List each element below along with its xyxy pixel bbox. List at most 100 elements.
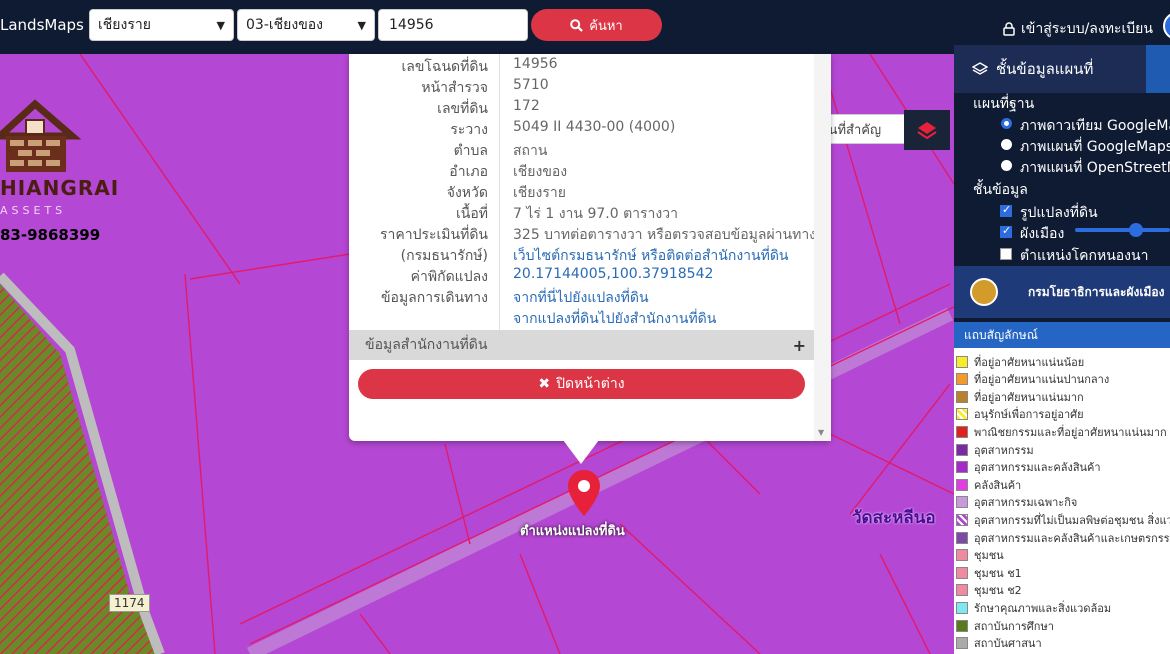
search-button[interactable]: ค้นหา (531, 9, 662, 41)
radio-google-maps[interactable] (1001, 139, 1012, 150)
temple-label: วัดสะหลีนอ (852, 508, 936, 528)
popup-pointer (563, 440, 599, 464)
data-layer-title: ชั้นข้อมูล (973, 182, 1028, 198)
info-value: 172 (513, 98, 540, 114)
close-popup-button[interactable]: ✖ ปิดหน้าต่าง (358, 369, 805, 399)
info-label: เลขที่ดิน (437, 101, 488, 117)
legend-swatch (956, 408, 968, 421)
info-row: เลขโฉนดที่ดิน 14956 (349, 56, 814, 77)
info-label: เนื้อที่ (456, 206, 488, 222)
slider-handle[interactable] (1129, 223, 1143, 237)
layer-panel-title: ชั้นข้อมูลแผนที่ (996, 60, 1094, 78)
legend-label: ที่อยู่อาศัยหนาแน่นปานกลาง (974, 373, 1110, 387)
office-info-section[interactable]: ข้อมูลสำนักงานที่ดิน + (349, 330, 814, 360)
info-value: 5710 (513, 77, 549, 93)
layers-toggle-button[interactable] (904, 110, 950, 150)
user-avatar[interactable] (1163, 12, 1170, 40)
info-row: เนื้อที่ 7 ไร่ 1 งาน 97.0 ตารางวา (349, 203, 814, 224)
logo-subtitle: ASSETS (0, 204, 67, 217)
legend-swatch (956, 390, 968, 403)
legend-label: สถาบันศาสนา (974, 637, 1042, 651)
radio-openstreetmap[interactable] (1001, 160, 1012, 171)
scroll-down-icon[interactable]: ▼ (818, 428, 824, 437)
checkbox-parcels[interactable] (1000, 203, 1012, 217)
department-banner: กรมโยธาธิการและผังเมือง (954, 266, 1170, 318)
search-button-label: ค้นหา (589, 18, 623, 34)
legend-item: ที่อยู่อาศัยหนาแน่นมาก (956, 388, 1084, 405)
panel-tab[interactable] (1146, 45, 1170, 93)
info-row: ค่าพิกัดแปลง 20.17144005,100.37918542 (349, 266, 814, 287)
district-select[interactable]: 03-เชียงของ ▼ (237, 9, 375, 41)
legend-swatch (956, 531, 968, 544)
info-row: ข้อมูลการเดินทาง จากที่นี่ไปยังแปลงที่ดิน (349, 287, 814, 308)
legend-label: พาณิชยกรรมและที่อยู่อาศัยหนาแน่นมาก (974, 425, 1167, 439)
legend-label: คลังสินค้า (974, 478, 1022, 492)
radio-satellite[interactable] (1001, 118, 1012, 129)
legend-swatch (956, 496, 968, 509)
coordinates-link[interactable]: 20.17144005,100.37918542 (513, 266, 713, 282)
legend-label: รักษาคุณภาพและสิ่งแวดล้อม (974, 601, 1112, 615)
legend-label: อุตสาหกรรมและคลังสินค้า (974, 461, 1101, 475)
legend-label: อุตสาหกรรม (974, 443, 1034, 457)
plot-number-input[interactable]: 14956 (378, 9, 528, 41)
info-label: จังหวัด (446, 185, 488, 201)
legend-swatch (956, 513, 968, 526)
office-info-label: ข้อมูลสำนักงานที่ดิน (365, 337, 488, 353)
legend-label: ชุมชน (974, 549, 1004, 563)
logo-phone: 83-9868399 (0, 226, 101, 244)
legend-swatch (956, 355, 968, 368)
legend-swatch (956, 478, 968, 491)
zoning-legend: ที่อยู่อาศัยหนาแน่นน้อย ที่อยู่อาศัยหนาแน… (954, 348, 1170, 654)
popup-content: เลขโฉนดที่ดิน 14956 หน้าสำรวจ 5710 เลขที่ด… (349, 54, 814, 441)
info-label: ตำบล (453, 143, 488, 159)
road-number-label: 1174 (109, 594, 150, 612)
info-row: อำเภอ เชียงของ (349, 161, 814, 182)
logo-name: HIANGRAI (0, 176, 120, 200)
info-label: (กรมธนารักษ์) (400, 248, 488, 264)
legend-swatch (956, 425, 968, 438)
legend-item: รักษาคุณภาพและสิ่งแวดล้อม (956, 599, 1111, 616)
checkbox-city-plan[interactable] (1000, 224, 1012, 238)
popup-scrollbar[interactable]: ▼ (814, 54, 831, 441)
chevron-down-icon: ▼ (216, 18, 225, 32)
layer-panel-header[interactable]: ชั้นข้อมูลแผนที่ (954, 45, 1170, 93)
legend-swatch (956, 637, 968, 650)
layer-label[interactable]: รูปแปลงที่ดิน (1020, 202, 1098, 224)
info-row: จากแปลงที่ดินไปยังสำนักงานที่ดิน (349, 308, 814, 329)
location-pin-icon[interactable] (566, 468, 602, 518)
legend-label: อุตสาหกรรมเฉพาะกิจ (974, 496, 1078, 510)
info-row: (กรมธนารักษ์) เว็บไซต์กรมธนารักษ์ หรือติด… (349, 245, 814, 266)
plot-number-value: 14956 (389, 17, 434, 33)
department-emblem-icon (970, 278, 998, 306)
info-row: เลขที่ดิน 172 (349, 98, 814, 119)
directions-to-parcel-link[interactable]: จากที่นี่ไปยังแปลงที่ดิน (513, 287, 649, 309)
legend-item: อุตสาหกรรมที่ไม่เป็นมลพิษต่อชุมชน สิ่งแว… (956, 511, 1170, 528)
info-label: หน้าสำรวจ (421, 80, 488, 96)
legend-label: ชุมชน ช2 (974, 584, 1022, 598)
directions-to-office-link[interactable]: จากแปลงที่ดินไปยังสำนักงานที่ดิน (513, 308, 716, 330)
layer-label[interactable]: ตำแหน่งโคกหนองนา (1020, 245, 1148, 267)
base-option-label[interactable]: ภาพแผนที่ OpenStreetM (1020, 157, 1170, 179)
legend-swatch (956, 461, 968, 474)
info-label: ข้อมูลการเดินทาง (380, 290, 488, 306)
info-row: จังหวัด เชียงราย (349, 182, 814, 203)
legend-item: อนุรักษ์เพื่อการอยู่อาศัย (956, 406, 1084, 423)
opacity-slider[interactable] (1075, 223, 1170, 237)
chevron-down-icon: ▼ (357, 18, 366, 32)
base-option-label[interactable]: ภาพแผนที่ GoogleMaps (1020, 136, 1170, 158)
treasury-website-link[interactable]: เว็บไซต์กรมธนารักษ์ หรือติดต่อสำนักงานที… (513, 245, 789, 267)
info-row: ระวาง 5049 II 4430-00 (4000) (349, 119, 814, 140)
info-value: 5049 II 4430-00 (4000) (513, 119, 676, 135)
base-option-label[interactable]: ภาพดาวเทียม GoogleMa (1020, 115, 1170, 137)
brand-logo-text[interactable]: LandsMaps (0, 16, 84, 34)
legend-item: อุตสาหกรรมเฉพาะกิจ (956, 494, 1077, 511)
province-select[interactable]: เชียงราย ▼ (89, 9, 234, 41)
layer-label[interactable]: ผังเมือง (1020, 223, 1064, 245)
legend-item: ที่อยู่อาศัยหนาแน่นปานกลาง (956, 371, 1109, 388)
login-link[interactable]: เข้าสู่ระบบ/ลงทะเบียน (1003, 18, 1153, 40)
checkbox-khok-nong-na[interactable] (1000, 248, 1012, 260)
base-map-title: แผนที่ฐาน (973, 96, 1035, 112)
info-label: เลขโฉนดที่ดิน (401, 59, 488, 75)
parcel-info-popup: เลขโฉนดที่ดิน 14956 หน้าสำรวจ 5710 เลขที่ด… (349, 54, 831, 441)
plus-icon: + (792, 335, 806, 355)
